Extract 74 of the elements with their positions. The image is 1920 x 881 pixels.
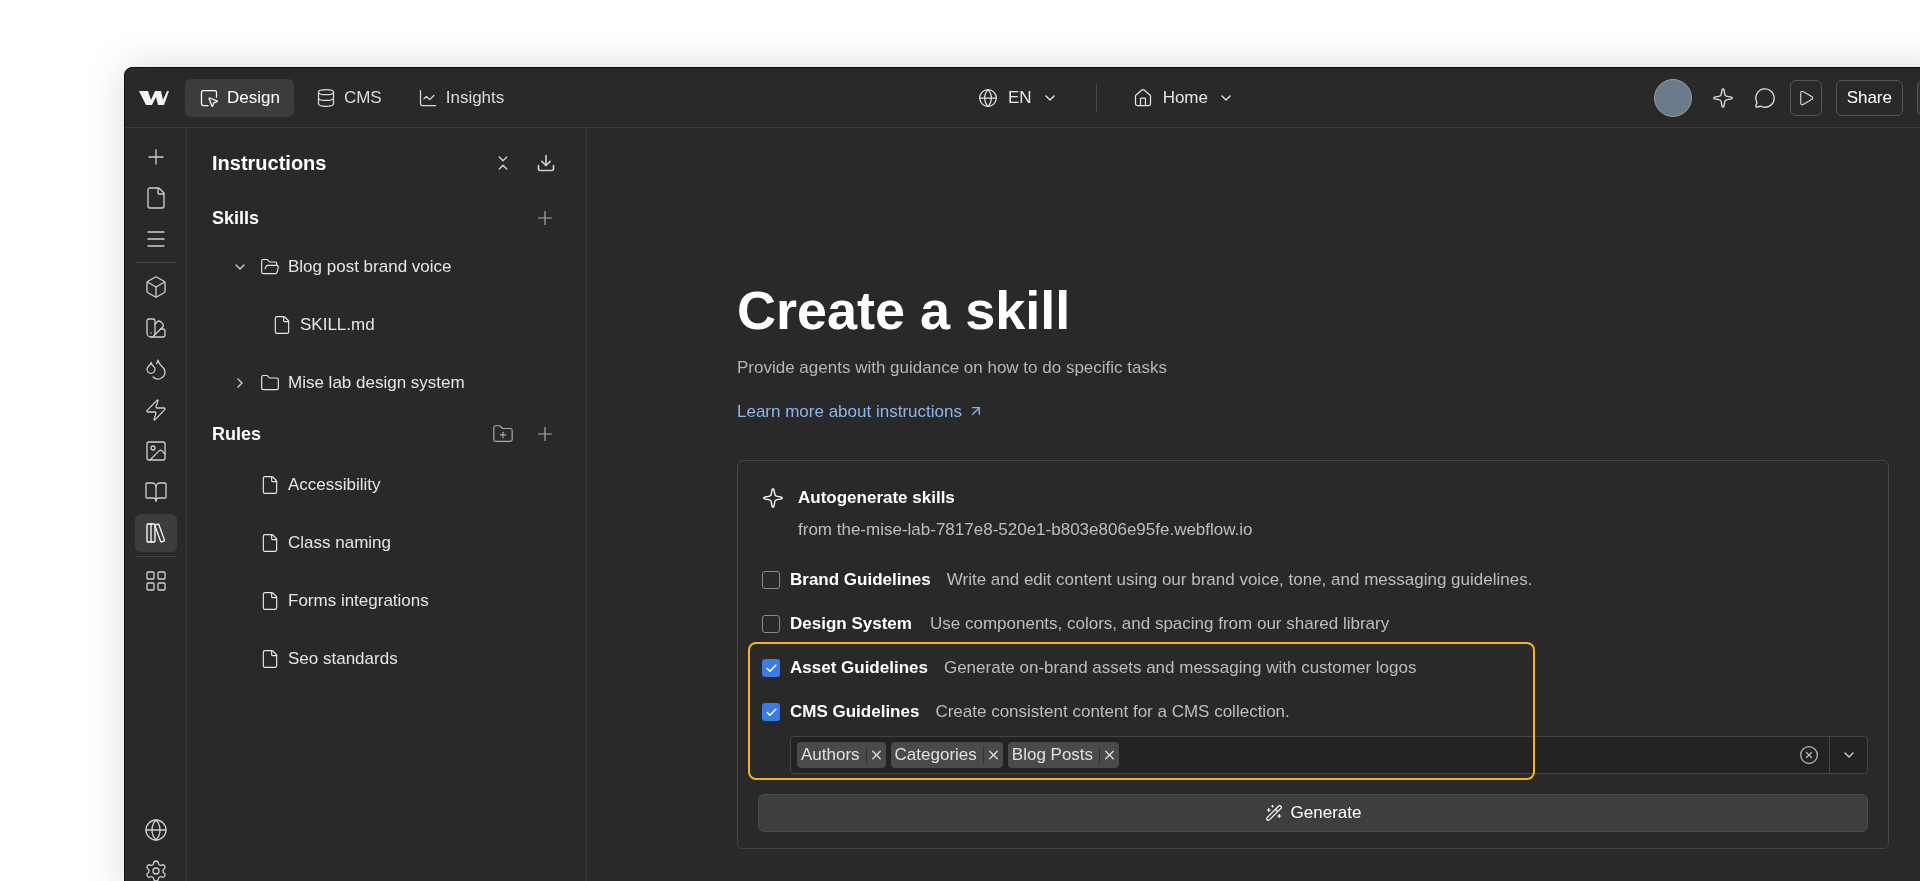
clear-icon[interactable] <box>1799 745 1819 765</box>
page-subtitle: Provide agents with guidance on how to do specific tasks <box>737 357 1168 379</box>
checkbox[interactable] <box>762 703 780 721</box>
option-name: Design System <box>790 613 913 636</box>
check-icon <box>764 705 778 719</box>
tag-label: Authors <box>800 744 861 767</box>
option-description: Generate on-brand assets and messaging with customer logos <box>943 657 1417 680</box>
settings-icon <box>143 859 168 881</box>
check-icon <box>764 661 778 675</box>
checkbox[interactable] <box>762 615 780 633</box>
database-icon <box>315 87 336 108</box>
avatar[interactable] <box>1653 78 1692 117</box>
sparkle-icon <box>762 486 784 509</box>
add-folder-icon[interactable] <box>492 423 514 445</box>
top-tab[interactable]: CMS <box>301 78 396 117</box>
folder-item[interactable]: Mise lab design system <box>212 354 556 412</box>
file-item[interactable]: Forms integrations <box>212 572 556 630</box>
section-title: Rules <box>212 422 262 446</box>
image-icon <box>143 439 168 463</box>
option-name: CMS Guidelines <box>790 701 920 724</box>
sparkle-icon[interactable] <box>1711 86 1734 109</box>
file-icon <box>260 649 280 669</box>
grid-icon <box>143 569 168 593</box>
droplets-icon <box>143 357 168 381</box>
section-title: Skills <box>212 206 260 230</box>
file-item[interactable]: Accessibility <box>212 456 556 514</box>
page-dropdown[interactable]: Home <box>1132 84 1234 111</box>
folder-item[interactable]: Blog post brand voice <box>212 238 556 296</box>
book-icon <box>143 480 168 504</box>
card-source: from the-mise-lab-7817e8-520e1-b803e806e95fe.webflow.io <box>798 518 1254 541</box>
file-item[interactable]: Seo standards <box>212 630 556 688</box>
download-icon[interactable] <box>536 153 556 173</box>
option-description: Create consistent content for a CMS collection. <box>935 701 1290 724</box>
file-item[interactable]: SKILL.md <box>212 296 556 354</box>
remove-icon[interactable] <box>865 746 884 764</box>
learn-more-link[interactable]: Learn more about instructions <box>737 398 984 424</box>
card-title: Autogenerate skills <box>798 487 955 509</box>
top-tab[interactable]: Insights <box>403 78 519 117</box>
rail-button[interactable] <box>134 514 177 552</box>
option-description: Write and edit content using our brand voice, tone, and messaging guidelines. <box>946 569 1533 592</box>
cube-icon <box>143 275 168 299</box>
top-tab[interactable]: Design <box>185 78 294 117</box>
globe-icon <box>143 818 168 842</box>
lightning-icon <box>143 398 168 422</box>
checkbox[interactable] <box>762 571 780 589</box>
file-icon <box>272 315 292 335</box>
tag-field[interactable]: Authors Categories Blog Posts <box>790 736 1868 774</box>
tag-label: Categories <box>893 744 978 767</box>
option-name: Asset Guidelines <box>790 657 928 680</box>
comment-icon[interactable] <box>1753 86 1776 109</box>
checkbox[interactable] <box>762 659 780 677</box>
wand-icon <box>1264 804 1283 822</box>
tag-label: Blog Posts <box>1010 744 1095 767</box>
option-name: Brand Guidelines <box>790 569 931 592</box>
generate-button[interactable]: Generate <box>758 794 1868 832</box>
share-button[interactable]: Share <box>1835 79 1903 116</box>
panel-title: Instructions <box>212 151 327 176</box>
folder-icon <box>260 257 280 277</box>
preview-button[interactable] <box>1789 79 1822 116</box>
globe-icon <box>978 87 998 108</box>
language-dropdown[interactable]: EN <box>976 84 1060 111</box>
home-icon <box>1132 87 1153 108</box>
folder-icon <box>260 373 280 393</box>
page-heading: Create a skill <box>737 283 1072 337</box>
file-item[interactable]: Class naming <box>212 514 556 572</box>
cursor-square-icon <box>199 87 219 108</box>
library-icon <box>143 521 168 545</box>
file-icon <box>260 591 280 611</box>
option-description: Use components, colors, and spacing from our shared library <box>930 613 1390 636</box>
swatch-icon <box>143 316 168 340</box>
file-icon <box>260 533 280 553</box>
remove-icon[interactable] <box>982 746 1001 764</box>
file-icon <box>260 475 280 495</box>
line-chart-icon <box>417 87 438 108</box>
